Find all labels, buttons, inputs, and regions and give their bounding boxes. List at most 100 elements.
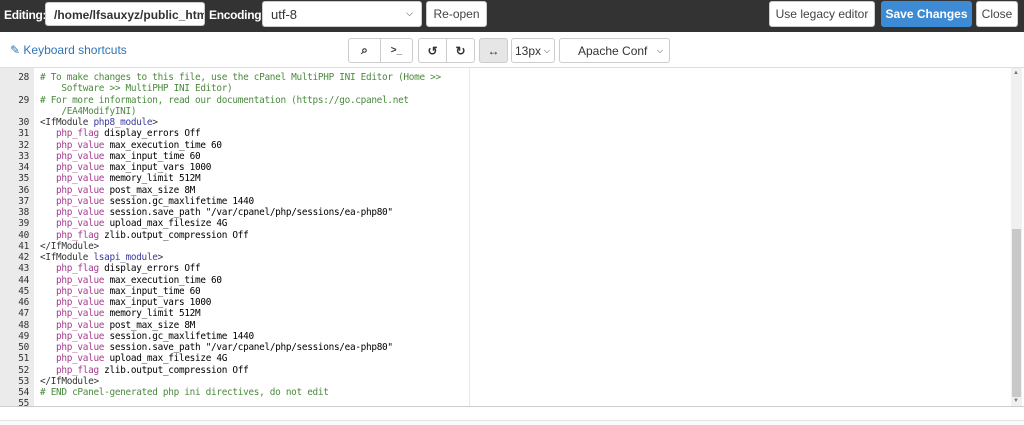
code-line[interactable]: 45 php_value max_input_time 60 (0, 286, 1010, 297)
code-line[interactable]: 48 php_value post_max_size 8M (0, 320, 1010, 331)
font-size-select[interactable]: 13px ⌵ (511, 38, 555, 63)
code-line[interactable]: 55 (0, 398, 1010, 406)
code-text: php_value post_max_size 8M (40, 185, 195, 196)
code-text: php_value max_input_vars 1000 (40, 162, 211, 173)
code-line[interactable]: 43 php_flag display_errors Off (0, 263, 1010, 274)
code-token: Software >> MultiPHP INI Editor) (40, 83, 233, 95)
code-line[interactable]: 52 php_flag zlib.output_compression Off (0, 365, 1010, 376)
code-line[interactable]: /EA4ModifyINI) (0, 106, 1010, 117)
code-line[interactable]: 49 php_value session.gc_maxlifetime 1440 (0, 331, 1010, 342)
line-number: 49 (18, 330, 29, 342)
code-token: max_input_time 60 (104, 285, 201, 297)
code-text: php_value upload_max_filesize 4G (40, 353, 227, 364)
code-line[interactable]: 36 php_value post_max_size 8M (0, 185, 1010, 196)
code-line[interactable]: 35 php_value memory_limit 512M (0, 173, 1010, 184)
search-button[interactable]: ⌕ (348, 38, 381, 63)
scrollbar-thumb[interactable] (1012, 229, 1021, 397)
code-token: php8_module (93, 117, 153, 128)
code-text: php_value post_max_size 8M (40, 320, 195, 331)
use-legacy-editor-button[interactable]: Use legacy editor (769, 1, 875, 27)
vertical-scrollbar[interactable]: ▲ ▼ (1011, 68, 1022, 406)
code-line[interactable]: 51 php_value upload_max_filesize 4G (0, 353, 1010, 364)
code-token: /EA4ModifyINI) (40, 105, 137, 117)
font-size-value: 13px (515, 43, 542, 58)
code-line[interactable]: 28 # To make changes to this file, use th… (0, 72, 1010, 83)
goto-line-button[interactable]: >_ (380, 38, 413, 63)
code-token: memory_limit 512M (104, 173, 201, 185)
code-token: post_max_size 8M (104, 184, 196, 196)
code-token: php_flag (56, 229, 99, 241)
code-token: php_value (56, 274, 105, 286)
code-token: </IfModule> (40, 375, 99, 387)
code-text: Software >> MultiPHP INI Editor) (40, 83, 232, 94)
line-number: 51 (18, 353, 29, 365)
close-button[interactable]: Close (976, 1, 1018, 27)
code-token: php_flag (56, 128, 99, 140)
code-token: lsapi_module (93, 252, 158, 263)
editor-toolbar: ✎ Keyboard shortcuts ⌕ >_ ↺ ↻ ↔ 13px ⌵ A… (0, 33, 1024, 67)
file-path-field[interactable]: /home/lfsauxyz/public_html (45, 2, 205, 26)
code-text: # END cPanel-generated php ini directive… (40, 387, 329, 398)
line-number: 37 (18, 195, 29, 207)
mode-select[interactable]: Apache Conf ⌵ (559, 38, 670, 63)
code-token: upload_max_filesize 4G (104, 218, 228, 230)
scroll-up-arrow-icon[interactable]: ▲ (1013, 70, 1019, 76)
wrap-arrows-icon: ↔ (487, 43, 500, 58)
code-line[interactable]: Software >> MultiPHP INI Editor) (0, 83, 1010, 94)
line-number: 32 (18, 139, 29, 151)
code-line[interactable]: 47 php_value memory_limit 512M (0, 308, 1010, 319)
code-text: </IfModule> (40, 376, 99, 387)
encoding-label: Encoding: (209, 8, 265, 22)
code-line[interactable]: 39 php_value upload_max_filesize 4G (0, 218, 1010, 229)
code-line[interactable]: 40 php_flag zlib.output_compression Off (0, 230, 1010, 241)
code-editor[interactable]: 28 # To make changes to this file, use th… (0, 67, 1024, 407)
code-line[interactable]: 32 php_value max_execution_time 60 (0, 140, 1010, 151)
undo-button[interactable]: ↺ (418, 38, 447, 63)
code-token: session.gc_maxlifetime 1440 (104, 330, 255, 342)
code-text: php_value max_execution_time 60 (40, 275, 222, 286)
code-line[interactable]: 29 # For more information, read our docum… (0, 95, 1010, 106)
keyboard-shortcuts-label: Keyboard shortcuts (23, 43, 127, 57)
code-line[interactable]: 44 php_value max_execution_time 60 (0, 275, 1010, 286)
code-text: php_value session.gc_maxlifetime 1440 (40, 331, 254, 342)
code-text: php_value max_execution_time 60 (40, 140, 222, 151)
code-line[interactable]: 41 </IfModule> (0, 241, 1010, 252)
code-line[interactable]: 53 </IfModule> (0, 376, 1010, 387)
code-line[interactable]: 37 php_value session.gc_maxlifetime 1440 (0, 196, 1010, 207)
wrap-toggle-button[interactable]: ↔ (479, 38, 508, 63)
code-line[interactable]: 38 php_value session.save_path "/var/cpa… (0, 207, 1010, 218)
line-number: 43 (18, 263, 29, 275)
code-content[interactable]: 28 # To make changes to this file, use th… (0, 72, 1010, 406)
encoding-select[interactable]: utf-8 ⌵ (262, 1, 422, 27)
code-text: /EA4ModifyINI) (40, 106, 136, 117)
code-line[interactable]: 33 php_value max_input_time 60 (0, 151, 1010, 162)
save-changes-button[interactable]: Save Changes (881, 1, 972, 27)
line-number: 42 (18, 252, 29, 263)
redo-button[interactable]: ↻ (446, 38, 475, 63)
code-token: post_max_size 8M (104, 319, 196, 331)
code-line[interactable]: 50 php_value session.save_path "/var/cpa… (0, 342, 1010, 353)
code-line[interactable]: 42 <IfModule lsapi_module> (0, 252, 1010, 263)
code-line[interactable]: 54 # END cPanel-generated php ini directi… (0, 387, 1010, 398)
line-number: 34 (18, 162, 29, 173)
code-token: upload_max_filesize 4G (104, 353, 228, 365)
scroll-down-arrow-icon[interactable]: ▼ (1013, 398, 1019, 404)
code-line[interactable]: 46 php_value max_input_vars 1000 (0, 297, 1010, 308)
line-number: 44 (18, 274, 29, 286)
code-token: # END cPanel-generated php ini directive… (40, 387, 329, 398)
code-line[interactable]: 34 php_value max_input_vars 1000 (0, 162, 1010, 173)
code-text: php_flag display_errors Off (40, 263, 201, 274)
code-text: php_value session.save_path "/var/cpanel… (40, 207, 393, 218)
code-line[interactable]: 30 <IfModule php8_module> (0, 117, 1010, 128)
code-token: php_value (56, 342, 105, 353)
code-text: php_value max_input_time 60 (40, 285, 201, 297)
code-line[interactable]: 31 php_flag display_errors Off (0, 128, 1010, 139)
keyboard-shortcuts-link[interactable]: ✎ Keyboard shortcuts (10, 43, 127, 57)
reopen-button[interactable]: Re-open (426, 1, 487, 27)
code-token: php_value (56, 139, 105, 151)
code-token: php_value (56, 218, 105, 230)
